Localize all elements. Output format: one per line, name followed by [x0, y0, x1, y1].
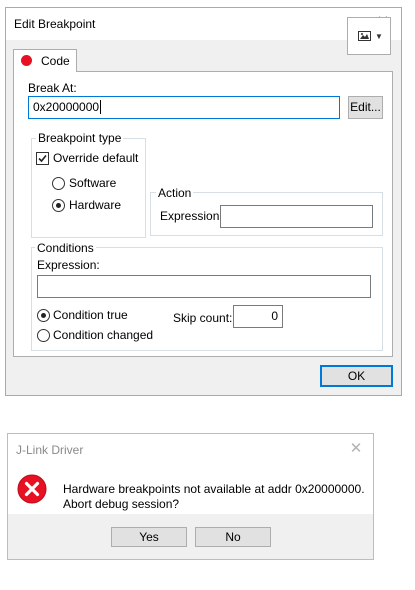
edit-breakpoint-titlebar: Edit Breakpoint ✕ — [6, 8, 401, 40]
dialog-title: J-Link Driver — [16, 443, 84, 457]
condition-true-radio[interactable] — [37, 309, 50, 322]
skip-count-label: Skip count: — [173, 311, 233, 325]
software-label[interactable]: Software — [69, 176, 116, 190]
condition-changed-label[interactable]: Condition changed — [53, 328, 153, 342]
close-icon[interactable]: ✕ — [346, 440, 366, 458]
edit-breakpoint-window: Edit Breakpoint ✕ ▼ Code Break At: 0x200… — [5, 7, 402, 396]
software-radio[interactable] — [52, 177, 65, 190]
chevron-down-icon: ▼ — [375, 32, 383, 41]
breakpoint-dot-icon — [21, 55, 32, 66]
break-at-label: Break At: — [28, 81, 77, 95]
condition-changed-radio[interactable] — [37, 329, 50, 342]
radio-selected-dot — [41, 313, 46, 318]
conditions-legend: Conditions — [35, 241, 96, 255]
skip-count-input[interactable]: 0 — [233, 305, 283, 328]
break-at-value: 0x20000000 — [33, 100, 100, 114]
override-default-checkbox[interactable] — [36, 152, 49, 165]
code-tab-panel: Break At: 0x20000000 Edit... Breakpoint … — [13, 71, 393, 357]
dialog-message-line2: Abort debug session? — [63, 497, 180, 511]
breakpoint-type-legend: Breakpoint type — [36, 131, 124, 145]
radio-selected-dot — [56, 203, 61, 208]
break-at-input[interactable]: 0x20000000 — [28, 96, 340, 119]
edit-button[interactable]: Edit... — [348, 96, 383, 119]
tab-code-label: Code — [41, 54, 70, 68]
window-title: Edit Breakpoint — [14, 17, 96, 31]
action-legend: Action — [156, 186, 194, 200]
tab-code[interactable]: Code — [13, 49, 77, 72]
hardware-radio[interactable] — [52, 199, 65, 212]
no-button[interactable]: No — [195, 527, 271, 547]
image-icon — [358, 31, 371, 41]
hardware-label[interactable]: Hardware — [69, 198, 121, 212]
ok-button[interactable]: OK — [320, 365, 393, 387]
dialog-message-line1: Hardware breakpoints not available at ad… — [63, 482, 365, 496]
check-icon — [38, 154, 47, 163]
condition-true-label[interactable]: Condition true — [53, 308, 128, 322]
error-icon — [17, 474, 47, 504]
jlink-titlebar: J-Link Driver ✕ — [8, 434, 373, 464]
action-expression-input[interactable] — [220, 205, 373, 228]
override-default-label[interactable]: Override default — [53, 151, 138, 165]
condition-expression-input[interactable] — [37, 275, 371, 298]
jlink-driver-dialog: J-Link Driver ✕ Hardware breakpoints not… — [7, 433, 374, 560]
action-expression-label: Expression: — [160, 209, 223, 223]
image-dropdown-button[interactable]: ▼ — [347, 17, 391, 55]
yes-button[interactable]: Yes — [111, 527, 187, 547]
condition-expression-label: Expression: — [37, 258, 100, 272]
